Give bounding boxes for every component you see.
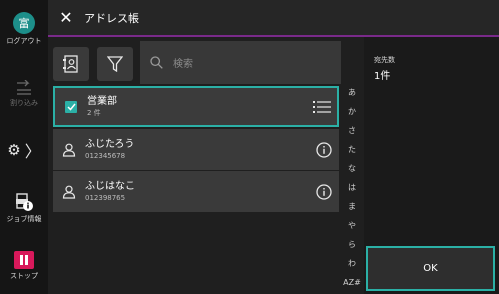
list-item-person[interactable]: ふじたろう 012345678 [53,129,339,170]
job-info-label: ジョブ情報 [6,215,42,223]
close-icon[interactable]: ✕ [48,0,84,36]
list-item-person[interactable]: ふじはなこ 012398765 [53,171,339,212]
stop-button[interactable]: ストップ [0,251,48,281]
list-item-count: 2 件 [87,109,101,117]
list-item-number: 012398765 [85,194,126,202]
destination-count-value: 1件 [374,71,391,82]
person-icon [62,143,76,157]
address-book-button[interactable] [53,47,89,81]
header-bar: ✕ アドレス帳 [48,0,499,37]
index-letter[interactable]: わ [348,259,356,269]
ok-button[interactable]: OK [366,246,495,291]
search-icon [150,56,163,69]
job-info-icon [16,193,33,211]
list-item-number: 012345678 [85,152,126,160]
left-rail: 富 ログアウト 割り込み ⚙ 〉 ジョブ情報 ストップ [0,0,48,294]
index-letter[interactable]: た [348,145,356,155]
index-letter[interactable]: ら [348,240,356,250]
list-item-group[interactable]: 営業部 2 件 [53,86,339,127]
interrupt-button[interactable]: 割り込み [0,80,48,108]
job-info-button[interactable]: ジョブ情報 [0,192,48,224]
index-bar: あ か さ た な は ま や ら わ AZ# [343,88,361,288]
index-letter[interactable]: や [348,221,356,231]
search-input[interactable]: 検索 [140,41,341,84]
list-item-name: ふじはなこ [85,181,135,192]
interrupt-label: 割り込み [10,99,38,107]
list-item-name: ふじたろう [85,139,135,150]
index-letter[interactable]: あ [348,88,356,98]
info-button[interactable] [309,183,339,200]
settings-button[interactable]: ⚙ 〉 [0,138,48,162]
stop-icon [14,251,34,269]
filter-button[interactable] [97,47,133,81]
search-placeholder: 検索 [173,59,193,70]
info-icon [316,183,332,200]
stop-label: ストップ [10,272,38,280]
gear-icon: ⚙ [7,141,21,159]
index-letter[interactable]: な [348,164,356,174]
group-members-button[interactable] [307,100,337,114]
list-item-name: 営業部 [87,96,117,107]
info-button[interactable] [309,141,339,158]
index-letter[interactable]: ま [348,202,356,212]
index-letter[interactable]: は [348,183,356,193]
logout-button[interactable]: 富 ログアウト [0,12,48,46]
chevron-right-icon: 〉 [24,142,41,161]
list-menu-icon [313,100,331,113]
logout-icon: 富 [13,12,35,34]
index-letter[interactable]: さ [348,126,356,136]
interrupt-icon [17,80,31,95]
destination-count-label: 宛先数 [374,56,395,64]
address-book-icon [63,55,78,73]
index-letter[interactable]: か [348,107,356,117]
checkbox-checked-icon[interactable] [65,100,77,113]
person-icon [62,185,76,199]
page-title: アドレス帳 [84,11,139,25]
filter-icon [107,56,123,72]
index-letter[interactable]: AZ# [343,278,361,288]
info-icon [316,141,332,158]
logout-label: ログアウト [6,37,42,45]
